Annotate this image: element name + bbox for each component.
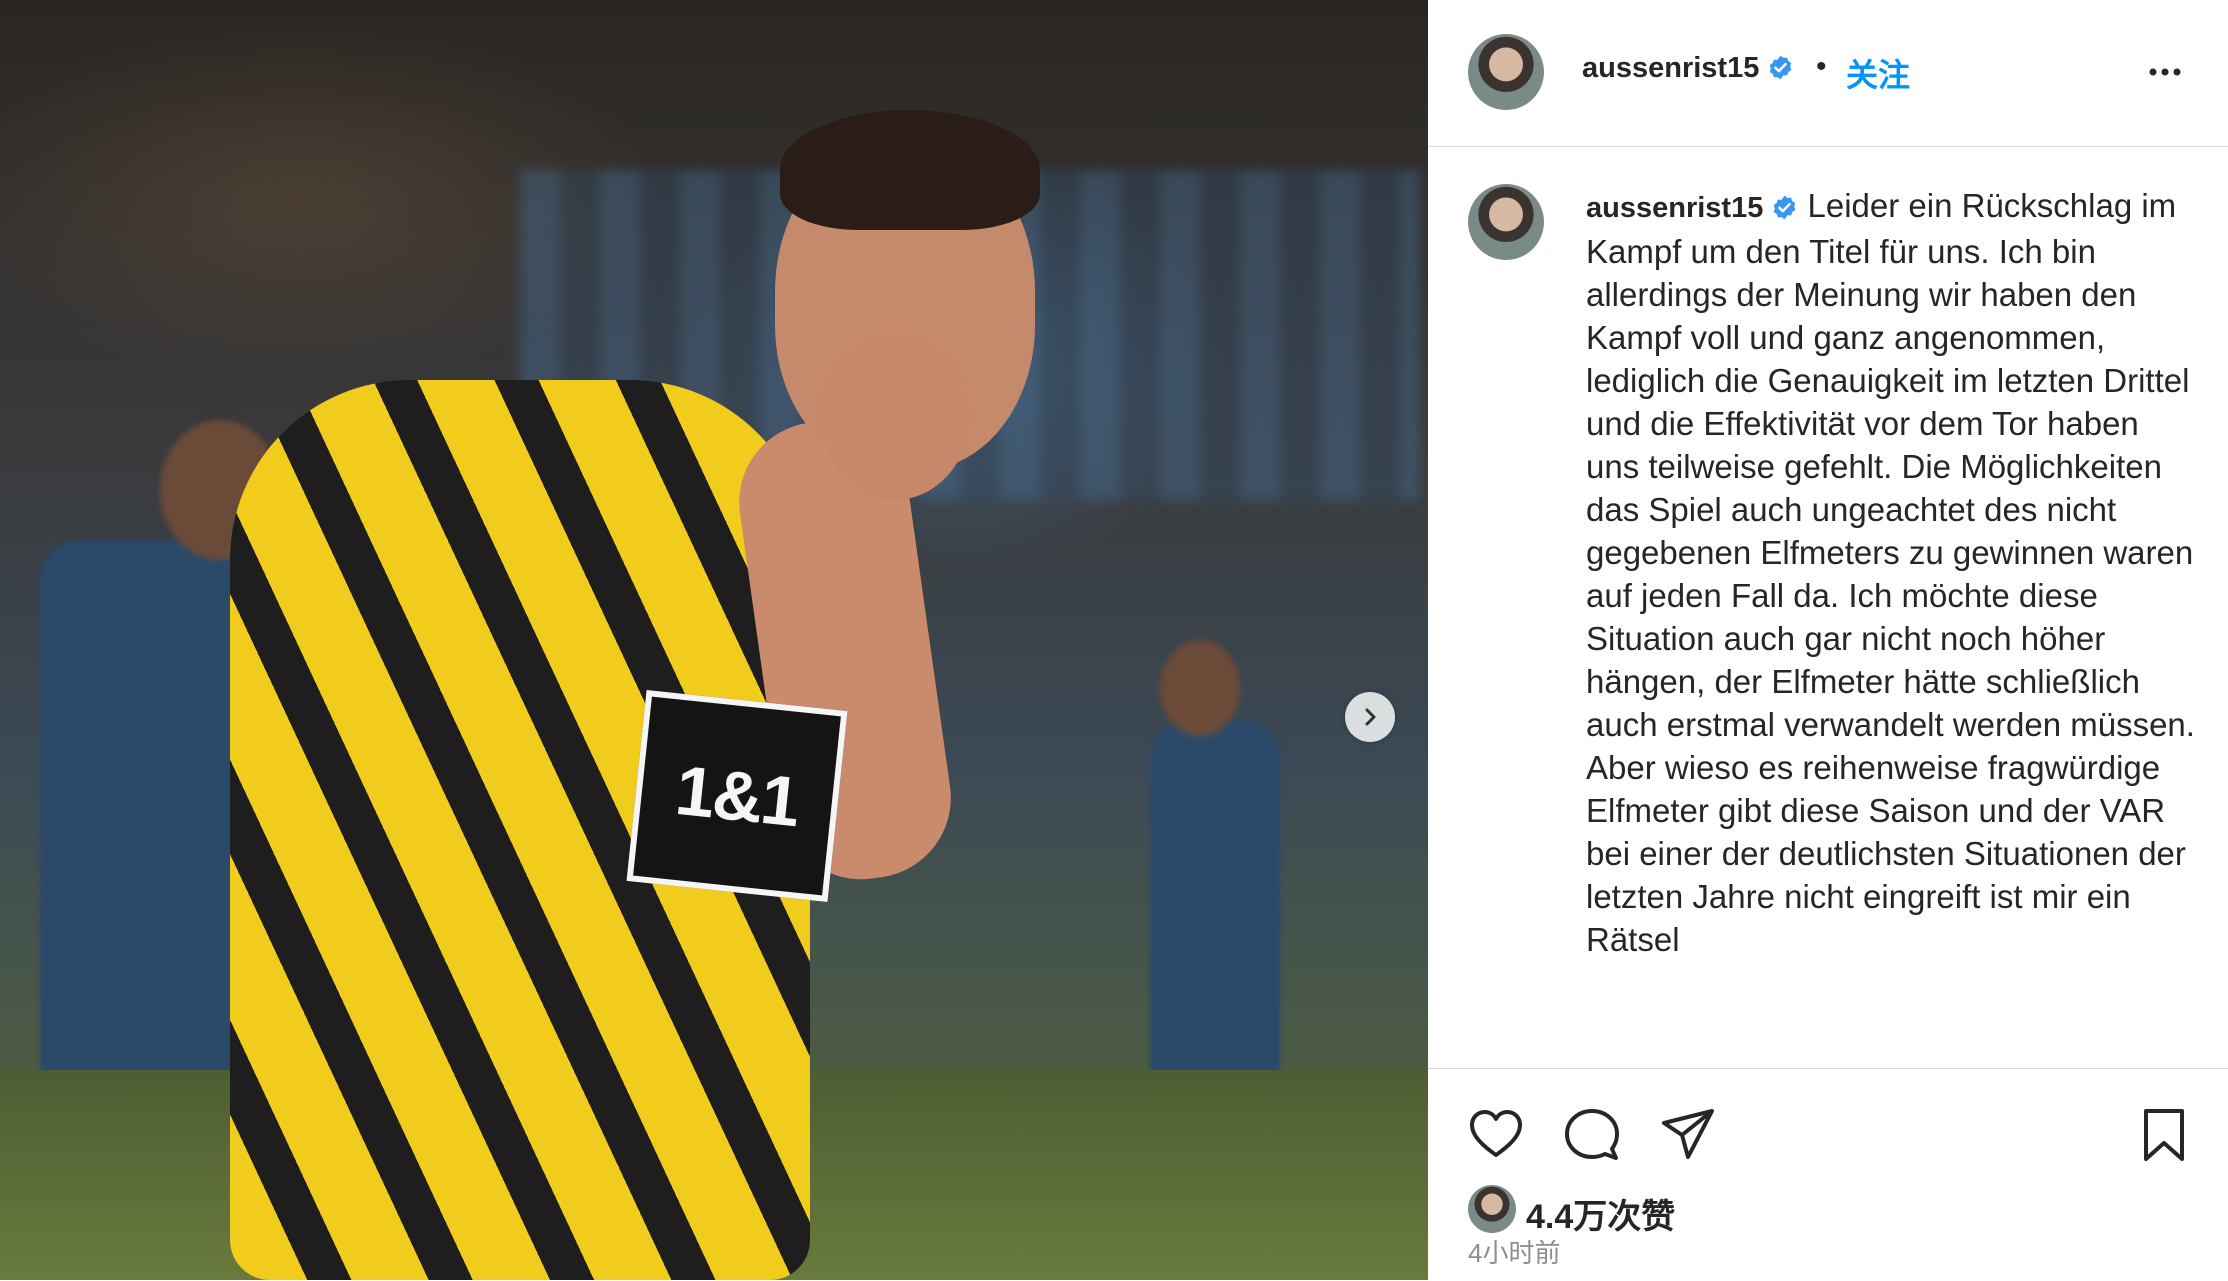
caption-author-avatar[interactable]: [1468, 184, 1544, 260]
heart-icon[interactable]: [1466, 1105, 1526, 1165]
post-image[interactable]: 1&1: [0, 0, 1428, 1280]
next-image-button[interactable]: [1345, 692, 1395, 742]
post-caption: aussenrist15 Leider ein Rückschlag im Ka…: [1586, 184, 2196, 961]
author-avatar[interactable]: [1468, 34, 1544, 110]
likes-count[interactable]: 4.4万次赞: [1526, 1189, 1675, 1238]
caption-text: Leider ein Rückschlag im Kampf um den Ti…: [1586, 187, 2195, 958]
chevron-right-icon: [1365, 708, 1376, 726]
comment-icon[interactable]: [1562, 1105, 1622, 1165]
verified-badge-icon: [1770, 55, 1792, 80]
sponsor-text: 1&1: [672, 750, 802, 842]
player-hand: [820, 330, 970, 500]
header-separator: •: [1816, 50, 1827, 83]
more-options-icon[interactable]: [2140, 52, 2190, 92]
post-header: aussenrist15 • 关注: [1428, 0, 2228, 147]
caption-scroll-area[interactable]: aussenrist15 Leider ein Rückschlag im Ka…: [1428, 146, 2228, 1068]
author-username[interactable]: aussenrist15: [1582, 52, 1794, 85]
bookmark-icon[interactable]: [2134, 1105, 2194, 1165]
player-hair: [780, 110, 1040, 230]
caption-username[interactable]: aussenrist15: [1586, 192, 1763, 224]
liker-avatar: [1468, 1185, 1516, 1233]
post-detail-panel: aussenrist15 • 关注 aussenrist15 Leider ei…: [1428, 0, 2228, 1280]
post-timestamp[interactable]: 4小时前: [1468, 1233, 1560, 1270]
author-username-text[interactable]: aussenrist15: [1582, 52, 1759, 84]
opponent-head-right: [1160, 640, 1240, 736]
post-actions: 4.4万次赞 4小时前: [1428, 1068, 2228, 1281]
follow-button[interactable]: 关注: [1846, 50, 1910, 96]
verified-badge-icon: [1774, 195, 1796, 220]
share-icon[interactable]: [1658, 1105, 1718, 1165]
jersey-sponsor-logo: 1&1: [626, 689, 848, 903]
